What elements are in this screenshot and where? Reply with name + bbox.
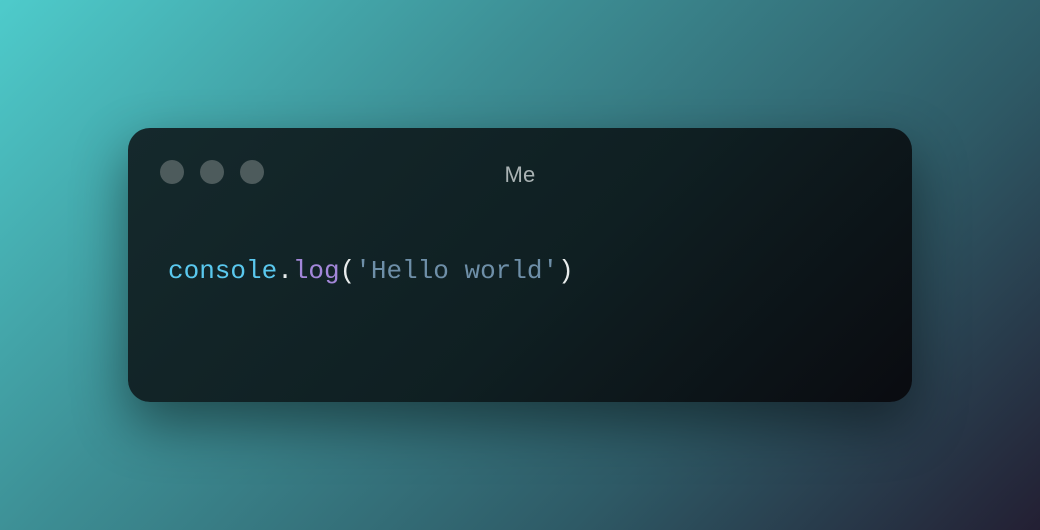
code-token-open-paren: (: [339, 256, 356, 286]
code-token-object: console: [168, 256, 278, 286]
code-token-method: log: [292, 256, 340, 286]
window-titlebar: Me: [128, 128, 912, 218]
code-token-close-paren: ): [558, 256, 574, 286]
code-token-dot: .: [277, 256, 293, 286]
code-line: console.log('Hello world'): [168, 254, 574, 288]
code-window: Me console.log('Hello world'): [128, 128, 912, 402]
code-token-string: 'Hello world': [355, 256, 559, 286]
window-title: Me: [504, 162, 536, 187]
